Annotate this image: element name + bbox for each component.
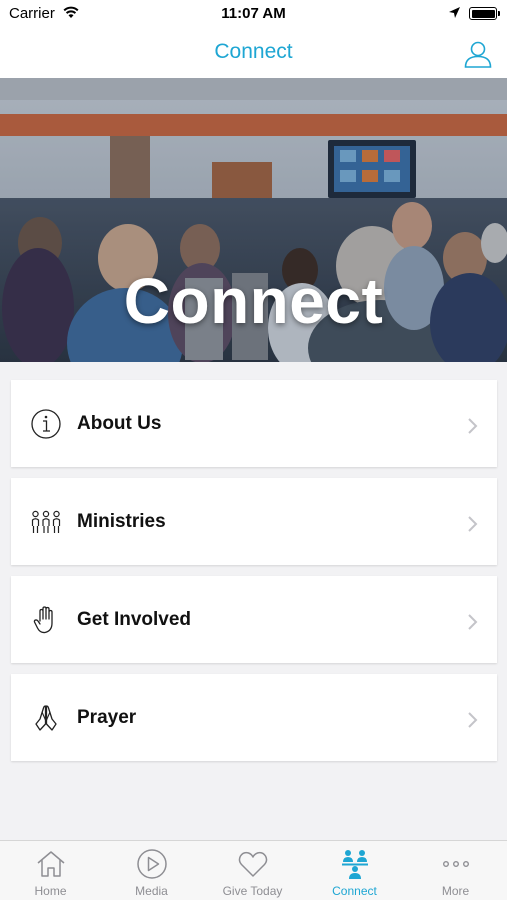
tab-more[interactable]: More [405, 841, 506, 900]
menu-item-label: About Us [77, 413, 162, 434]
chevron-right-icon [468, 516, 478, 532]
praying-hands-icon [35, 705, 57, 731]
ellipsis-icon [443, 860, 470, 867]
info-circle-icon [31, 409, 61, 439]
hero-banner: Connect [0, 78, 507, 362]
menu-item-label: Get Involved [77, 609, 192, 630]
menu-item-get-involved[interactable]: Get Involved [11, 576, 497, 663]
person-icon[interactable] [462, 38, 494, 70]
connect-menu: About Us Ministries Get Involved Prayer [11, 380, 497, 772]
menu-item-label: Ministries [77, 511, 166, 532]
page-title: Connect [214, 40, 293, 63]
menu-item-ministries[interactable]: Ministries [11, 478, 497, 565]
tab-label: Home [34, 884, 67, 898]
battery-icon [469, 7, 497, 20]
menu-item-label: Prayer [77, 707, 137, 728]
raised-hand-icon [33, 606, 53, 634]
tab-home[interactable]: Home [0, 841, 101, 900]
chevron-right-icon [468, 712, 478, 728]
play-circle-icon [137, 849, 167, 879]
battery-nub [498, 11, 500, 16]
tab-label: Media [135, 884, 168, 898]
menu-item-about-us[interactable]: About Us [11, 380, 497, 467]
tab-label: Connect [332, 884, 377, 898]
tab-media[interactable]: Media [101, 841, 202, 900]
tab-bar: Home Media Give Today Connect More [0, 840, 507, 900]
nav-bar: Connect [0, 28, 507, 78]
chevron-right-icon [468, 418, 478, 434]
people-group-icon [31, 510, 61, 533]
people-connect-icon [342, 850, 368, 879]
heart-icon [238, 851, 268, 877]
chevron-right-icon [468, 614, 478, 630]
status-bar: Carrier 11:07 AM [0, 0, 507, 28]
menu-item-prayer[interactable]: Prayer [11, 674, 497, 761]
tab-label: More [441, 884, 470, 898]
status-time: 11:07 AM [221, 5, 286, 22]
tab-label: Give Today [222, 884, 283, 898]
tab-give-today[interactable]: Give Today [202, 841, 303, 900]
house-icon [37, 851, 65, 877]
location-arrow-icon [449, 7, 460, 18]
hero-title: Connect [123, 265, 384, 337]
tab-connect[interactable]: Connect [304, 841, 405, 900]
